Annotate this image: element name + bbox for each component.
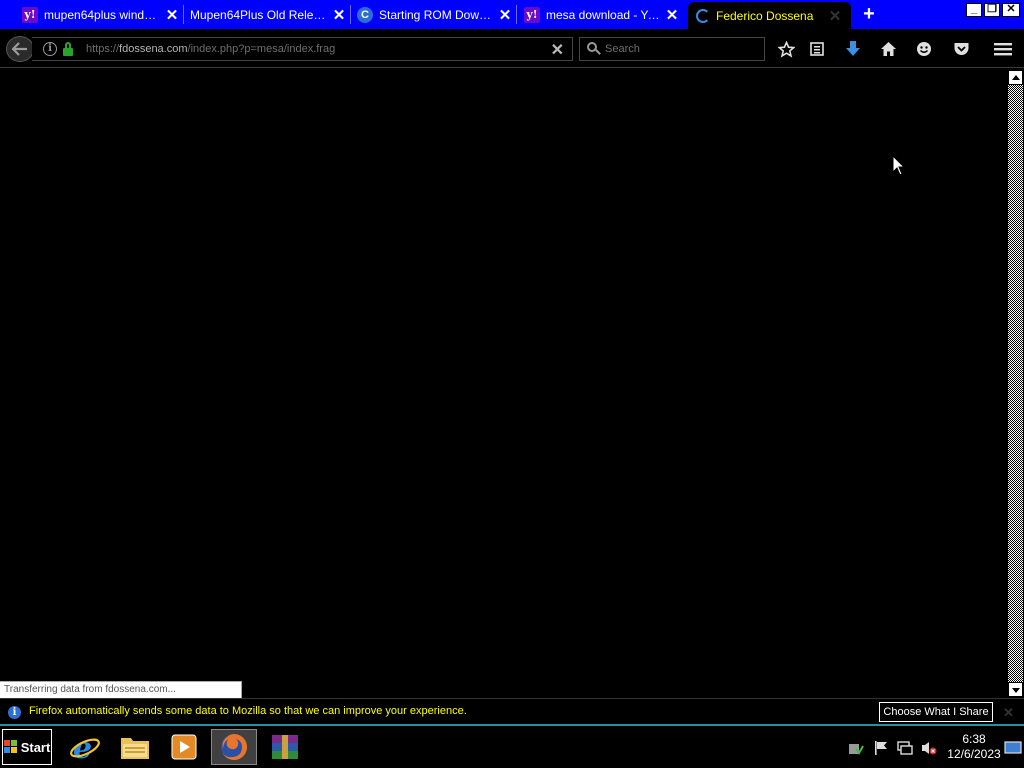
notification-message: Firefox automatically sends some data to… (29, 705, 467, 717)
taskbar-media-player[interactable] (161, 729, 207, 765)
media-player-icon (171, 734, 197, 760)
tab-title: Federico Dossena (716, 8, 814, 23)
choose-what-i-share-button[interactable]: Choose What I Share (879, 702, 993, 722)
clock-time: 6:38 (962, 732, 986, 746)
search-placeholder: Search (605, 43, 640, 55)
action-center-flag-icon (875, 741, 887, 755)
download-arrow-icon (846, 41, 860, 56)
url-text[interactable]: https://fdossena.com/index.php?p=mesa/in… (86, 43, 335, 55)
url-bar[interactable]: i https://fdossena.com/index.php?p=mesa/… (32, 37, 573, 61)
taskbar-firefox[interactable] (211, 729, 257, 765)
yahoo-y-icon: y! (524, 6, 540, 23)
tab-mupen64plus-windows[interactable]: y! mupen64plus window... ✕ (22, 2, 184, 27)
reading-list-button[interactable] (806, 38, 828, 60)
tab-title: mupen64plus window... (44, 7, 160, 22)
info-icon: i (8, 706, 21, 719)
security-shield-icon (849, 744, 864, 755)
tab-separator (183, 5, 184, 24)
start-label: Start (20, 739, 51, 755)
open-menu-button[interactable] (992, 38, 1014, 60)
tab-strip: y! mupen64plus window... ✕ Mupen64Plus O… (0, 0, 1024, 29)
scroll-down-button[interactable] (1008, 682, 1023, 697)
hamburger-menu-icon (994, 43, 1012, 56)
search-icon (587, 42, 601, 56)
internet-explorer-icon: e (70, 731, 100, 763)
start-button[interactable]: Start (2, 729, 52, 765)
show-desktop-icon (1004, 741, 1022, 754)
close-window-button[interactable]: ✕ (1002, 3, 1020, 17)
home-icon (880, 42, 896, 56)
tab-mesa-download-yahoo[interactable]: y! mesa download - Yah... ✕ (524, 2, 680, 27)
stop-loading-icon[interactable]: ✕ (551, 40, 564, 60)
yahoo-y-icon: y! (22, 6, 38, 23)
tab-close-icon[interactable]: ✕ (664, 7, 680, 24)
notification-bar: i Firefox automatically sends some data … (0, 698, 1024, 724)
tab-separator (516, 5, 517, 24)
loading-spinner-icon (696, 8, 710, 23)
taskbar: Start e 6:38 12/6/2023 (0, 724, 1024, 768)
taskbar-file-explorer[interactable] (112, 729, 158, 765)
windows-logo-icon (3, 740, 18, 754)
url-host: fdossena.com (119, 43, 188, 55)
lock-icon[interactable] (63, 42, 73, 56)
volume-muted-icon (922, 742, 937, 755)
winrar-icon (272, 735, 298, 759)
tab-title: Mupen64Plus Old Releases (190, 7, 327, 22)
new-tab-button[interactable]: + (859, 4, 879, 24)
tab-starting-rom-download[interactable]: C Starting ROM Downlo... ✕ (357, 2, 517, 27)
pocket-icon (954, 43, 968, 55)
back-button[interactable] (6, 36, 34, 62)
show-desktop-button[interactable] (1004, 740, 1022, 756)
url-path: /index.php?p=mesa/index.frag (187, 43, 336, 55)
back-arrow-icon (12, 42, 27, 56)
taskbar-clock[interactable]: 6:38 12/6/2023 (945, 732, 1003, 762)
url-prefix: https:// (86, 43, 120, 55)
smiley-icon (917, 42, 931, 56)
screen: y! mupen64plus window... ✕ Mupen64Plus O… (0, 0, 1024, 768)
feedback-button[interactable] (913, 38, 935, 60)
tray-security[interactable] (848, 740, 864, 756)
tab-close-icon[interactable]: ✕ (331, 7, 347, 24)
tab-close-icon[interactable]: ✕ (827, 8, 843, 25)
vertical-scrollbar[interactable] (1007, 69, 1024, 698)
star-icon (777, 40, 795, 58)
minimize-button[interactable]: _ (966, 3, 982, 17)
tab-title: Starting ROM Downlo... (379, 7, 493, 22)
clock-date: 12/6/2023 (947, 747, 1001, 761)
c-circle-icon: C (357, 6, 373, 23)
restore-button[interactable]: ❐ (984, 3, 1000, 17)
home-button[interactable] (877, 38, 899, 60)
file-explorer-icon (121, 738, 149, 759)
status-panel: Transferring data from fdossena.com... (0, 681, 242, 698)
firefox-icon (221, 733, 248, 760)
search-bar[interactable]: Search (579, 37, 765, 61)
navigation-toolbar: i https://fdossena.com/index.php?p=mesa/… (0, 29, 1024, 68)
downloads-button[interactable] (842, 38, 864, 60)
mouse-pointer-icon (892, 155, 906, 176)
tab-federico-dossena[interactable]: Federico Dossena ✕ (688, 2, 851, 29)
pocket-button[interactable] (950, 38, 972, 60)
up-arrow-icon (1012, 75, 1020, 80)
scrollbar-track[interactable] (1008, 85, 1023, 682)
down-arrow-icon (1012, 688, 1020, 693)
scroll-up-button[interactable] (1008, 70, 1023, 85)
network-icon (897, 741, 913, 755)
bookmark-star-button[interactable] (775, 38, 797, 60)
taskbar-internet-explorer[interactable]: e (62, 729, 108, 765)
tray-volume[interactable] (921, 740, 937, 756)
notification-close-icon[interactable]: ✕ (1003, 705, 1014, 721)
tray-network[interactable] (897, 740, 913, 756)
tab-title: mesa download - Yah... (546, 7, 660, 22)
site-info-icon[interactable]: i (43, 42, 57, 56)
tab-close-icon[interactable]: ✕ (164, 7, 180, 24)
tab-mupen64plus-old-releases[interactable]: Mupen64Plus Old Releases ✕ (190, 2, 351, 27)
clipboard-icon (810, 42, 824, 56)
page-content[interactable] (0, 69, 1007, 698)
tab-separator (350, 5, 351, 24)
tray-action-center[interactable] (873, 740, 889, 756)
tab-close-icon[interactable]: ✕ (497, 7, 513, 24)
taskbar-winrar[interactable] (262, 729, 308, 765)
